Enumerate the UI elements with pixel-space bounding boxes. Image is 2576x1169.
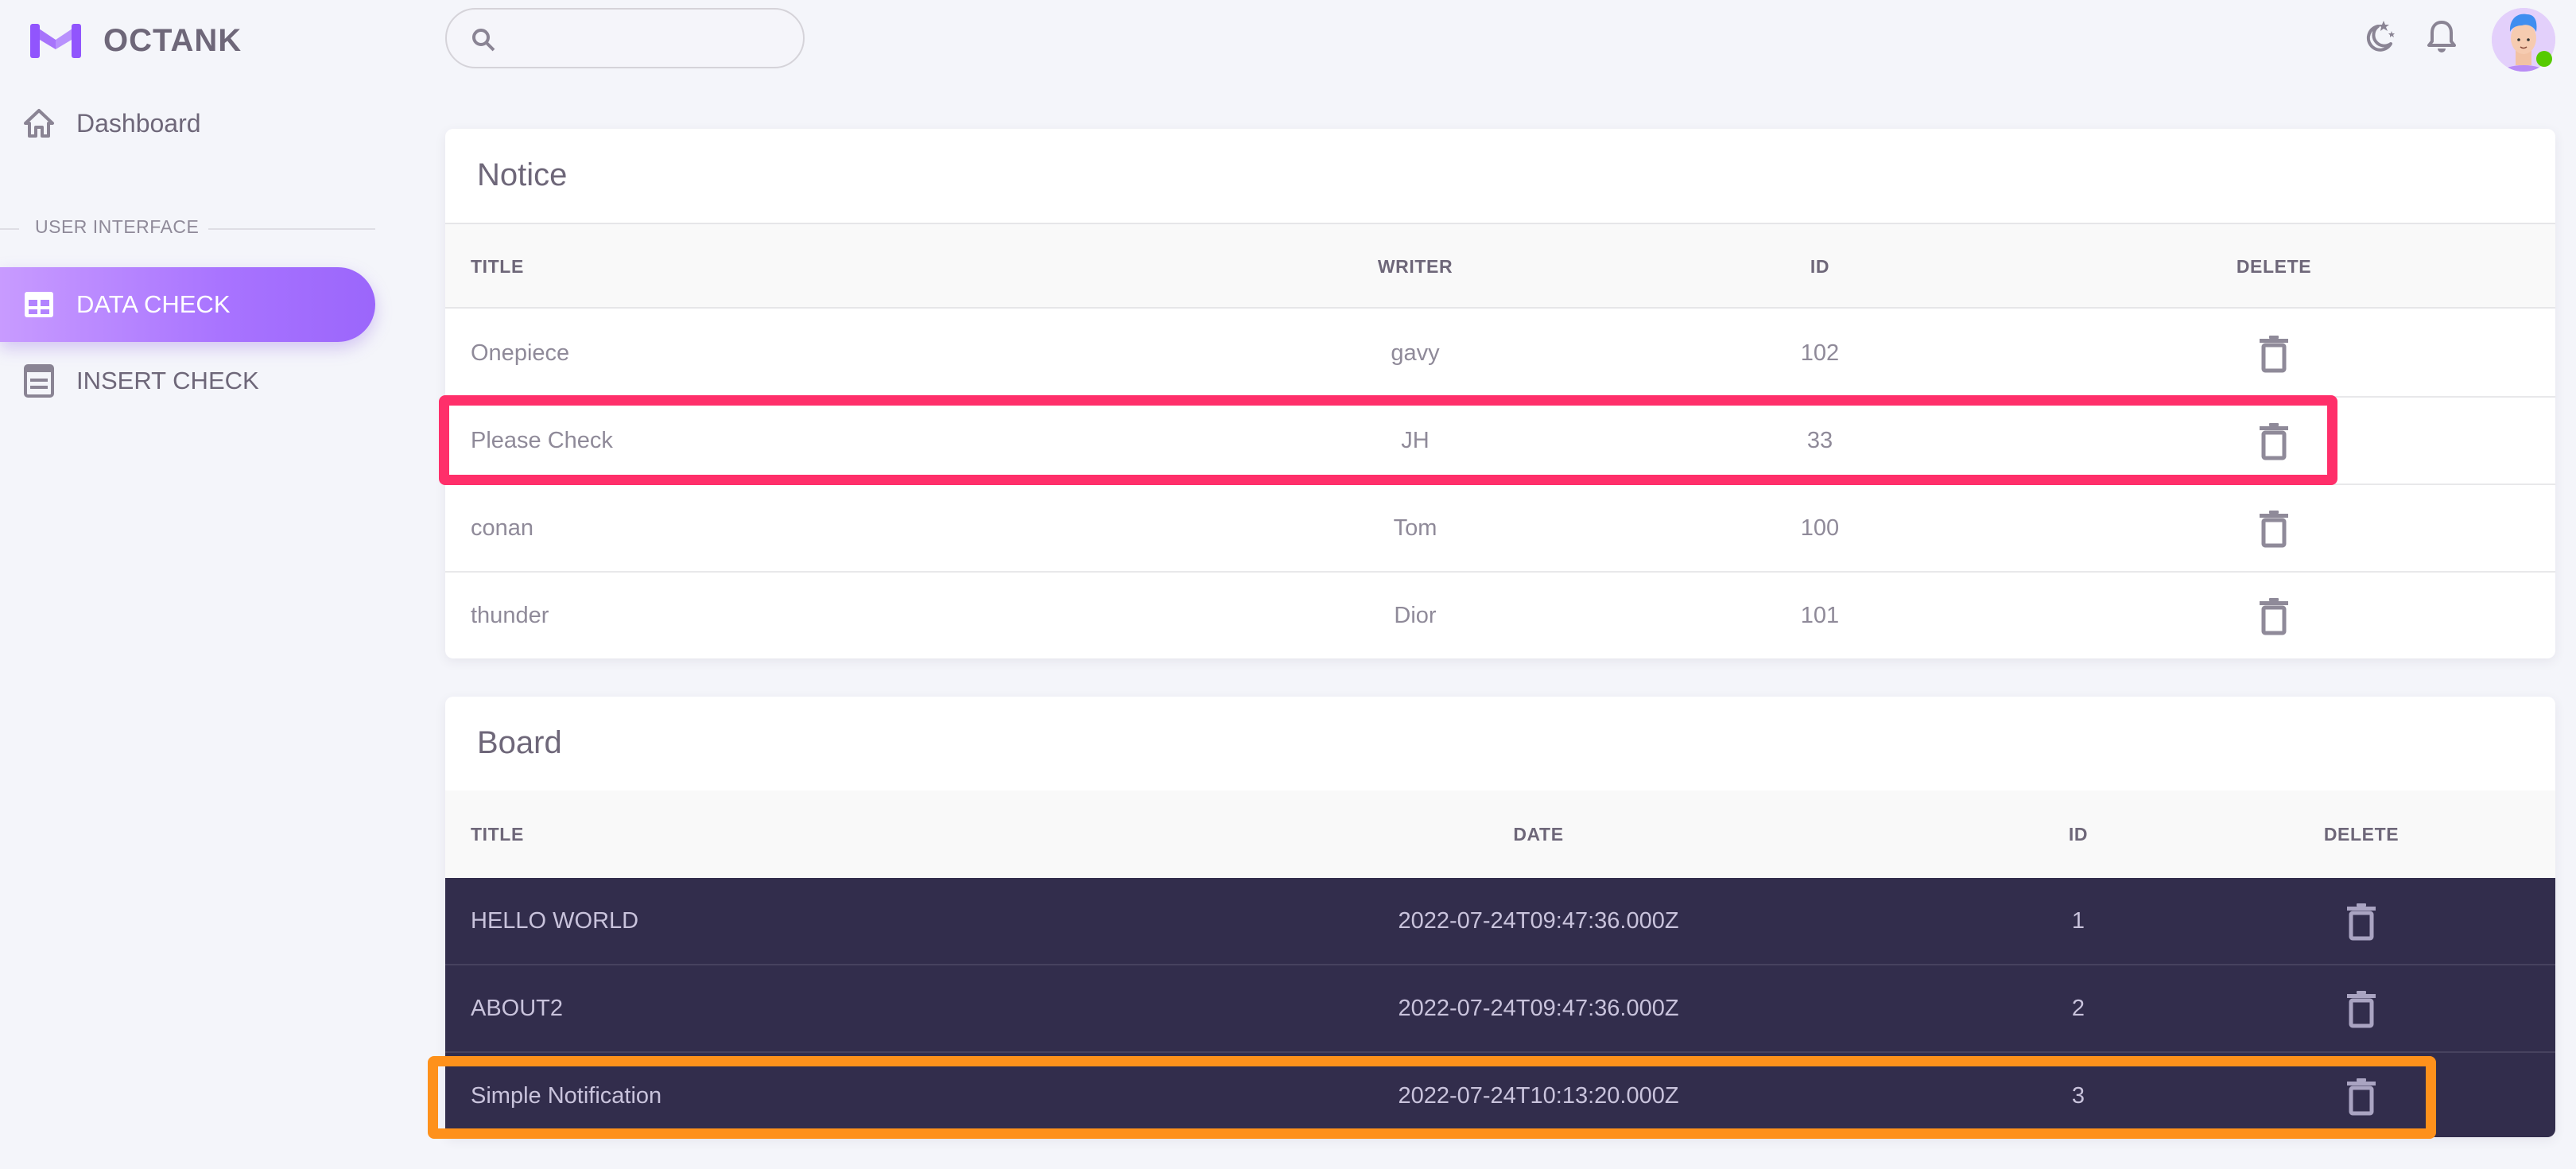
- cell-title: Simple Notification: [471, 1083, 662, 1109]
- column-header-writer: WRITER: [1377, 256, 1453, 277]
- trash-icon: [2260, 423, 2288, 460]
- table-row[interactable]: HELLO WORLD 2022-07-24T09:47:36.000Z 1: [445, 878, 2555, 965]
- board-card: Board TITLE DATE ID DELETE HELLO WORLD 20…: [445, 697, 2555, 1137]
- section-header-label: USER INTERFACE: [35, 216, 200, 237]
- table-row[interactable]: thunder Dior 101: [445, 573, 2555, 658]
- column-header-id: ID: [2068, 824, 2089, 845]
- column-header-delete: DELETE: [2323, 824, 2399, 845]
- notice-card: Notice TITLE WRITER ID DELETE Onepiece ga…: [445, 129, 2555, 658]
- delete-button[interactable]: [2258, 596, 2290, 636]
- table-row[interactable]: Please Check JH 33: [445, 398, 2555, 485]
- sidebar-item-dashboard[interactable]: Dashboard: [0, 86, 374, 161]
- cell-title: Please Check: [471, 428, 613, 453]
- cell-id: 100: [1800, 515, 1840, 541]
- column-header-id: ID: [1810, 256, 1830, 277]
- cell-title: Onepiece: [471, 340, 570, 366]
- trash-icon: [2260, 336, 2288, 373]
- cell-id: 102: [1800, 340, 1840, 366]
- brand-logo[interactable]: OCTANK: [30, 22, 242, 59]
- table-row[interactable]: Onepiece gavy 102: [445, 310, 2555, 398]
- cell-id: 1: [2071, 908, 2085, 934]
- form-icon: [22, 364, 56, 398]
- column-header-date: DATE: [1513, 824, 1564, 845]
- cell-id: 2: [2071, 996, 2085, 1021]
- brand-name: OCTANK: [103, 22, 242, 58]
- moon-stars-icon: [2366, 21, 2395, 52]
- search-input[interactable]: [514, 19, 787, 60]
- table-header: TITLE WRITER ID DELETE: [445, 223, 2555, 309]
- trash-icon: [2347, 1078, 2376, 1116]
- cell-date: 2022-07-24T10:13:20.000Z: [1398, 1083, 1679, 1109]
- cell-writer: gavy: [1391, 340, 1440, 366]
- cell-id: 3: [2071, 1083, 2085, 1109]
- divider: [208, 228, 375, 230]
- trash-icon: [2347, 991, 2376, 1028]
- delete-button[interactable]: [2345, 989, 2377, 1029]
- cell-date: 2022-07-24T09:47:36.000Z: [1398, 908, 1679, 934]
- cell-writer: Tom: [1393, 515, 1437, 541]
- cell-title: thunder: [471, 603, 549, 628]
- column-header-delete: DELETE: [2236, 256, 2312, 277]
- section-header-user-interface: USER INTERFACE: [0, 216, 375, 240]
- delete-button[interactable]: [2345, 902, 2377, 942]
- sidebar-item-insert-check[interactable]: INSERT CHECK: [0, 344, 374, 418]
- delete-button[interactable]: [2258, 421, 2290, 461]
- notifications-button[interactable]: [2423, 17, 2461, 56]
- delete-button[interactable]: [2345, 1077, 2377, 1117]
- table-row[interactable]: ABOUT2 2022-07-24T09:47:36.000Z 2: [445, 965, 2555, 1053]
- table-header: TITLE DATE ID DELETE: [445, 790, 2555, 878]
- delete-button[interactable]: [2258, 334, 2290, 374]
- home-icon: [22, 107, 56, 140]
- cell-title: ABOUT2: [471, 996, 564, 1021]
- trash-icon: [2260, 598, 2288, 635]
- theme-toggle-button[interactable]: [2360, 17, 2398, 56]
- online-status-badge: [2536, 51, 2552, 67]
- column-header-title: TITLE: [471, 256, 524, 277]
- cell-date: 2022-07-24T09:47:36.000Z: [1398, 996, 1679, 1021]
- logo-m-icon: [30, 24, 81, 58]
- cell-writer: Dior: [1394, 603, 1437, 628]
- cell-title: HELLO WORLD: [471, 908, 639, 934]
- column-header-title: TITLE: [471, 824, 524, 845]
- trash-icon: [2347, 903, 2376, 941]
- search-icon: [471, 27, 496, 52]
- cell-title: conan: [471, 515, 534, 541]
- divider: [0, 228, 19, 230]
- bell-icon: [2427, 21, 2456, 52]
- sidebar-item-label: INSERT CHECK: [76, 367, 259, 394]
- sidebar-item-label: Dashboard: [76, 108, 201, 138]
- trash-icon: [2260, 511, 2288, 548]
- table-row[interactable]: conan Tom 100: [445, 485, 2555, 573]
- cell-writer: JH: [1401, 428, 1430, 453]
- sidebar-item-data-check[interactable]: DATA CHECK: [0, 267, 375, 342]
- delete-button[interactable]: [2258, 509, 2290, 549]
- table-icon: [22, 288, 56, 321]
- table-row[interactable]: Simple Notification 2022-07-24T10:13:20.0…: [445, 1053, 2555, 1137]
- card-title: Notice: [477, 157, 568, 192]
- search-box[interactable]: [445, 8, 805, 68]
- cell-id: 101: [1800, 603, 1840, 628]
- cell-id: 33: [1806, 428, 1833, 453]
- sidebar-item-label: DATA CHECK: [76, 290, 231, 318]
- card-title: Board: [477, 725, 562, 760]
